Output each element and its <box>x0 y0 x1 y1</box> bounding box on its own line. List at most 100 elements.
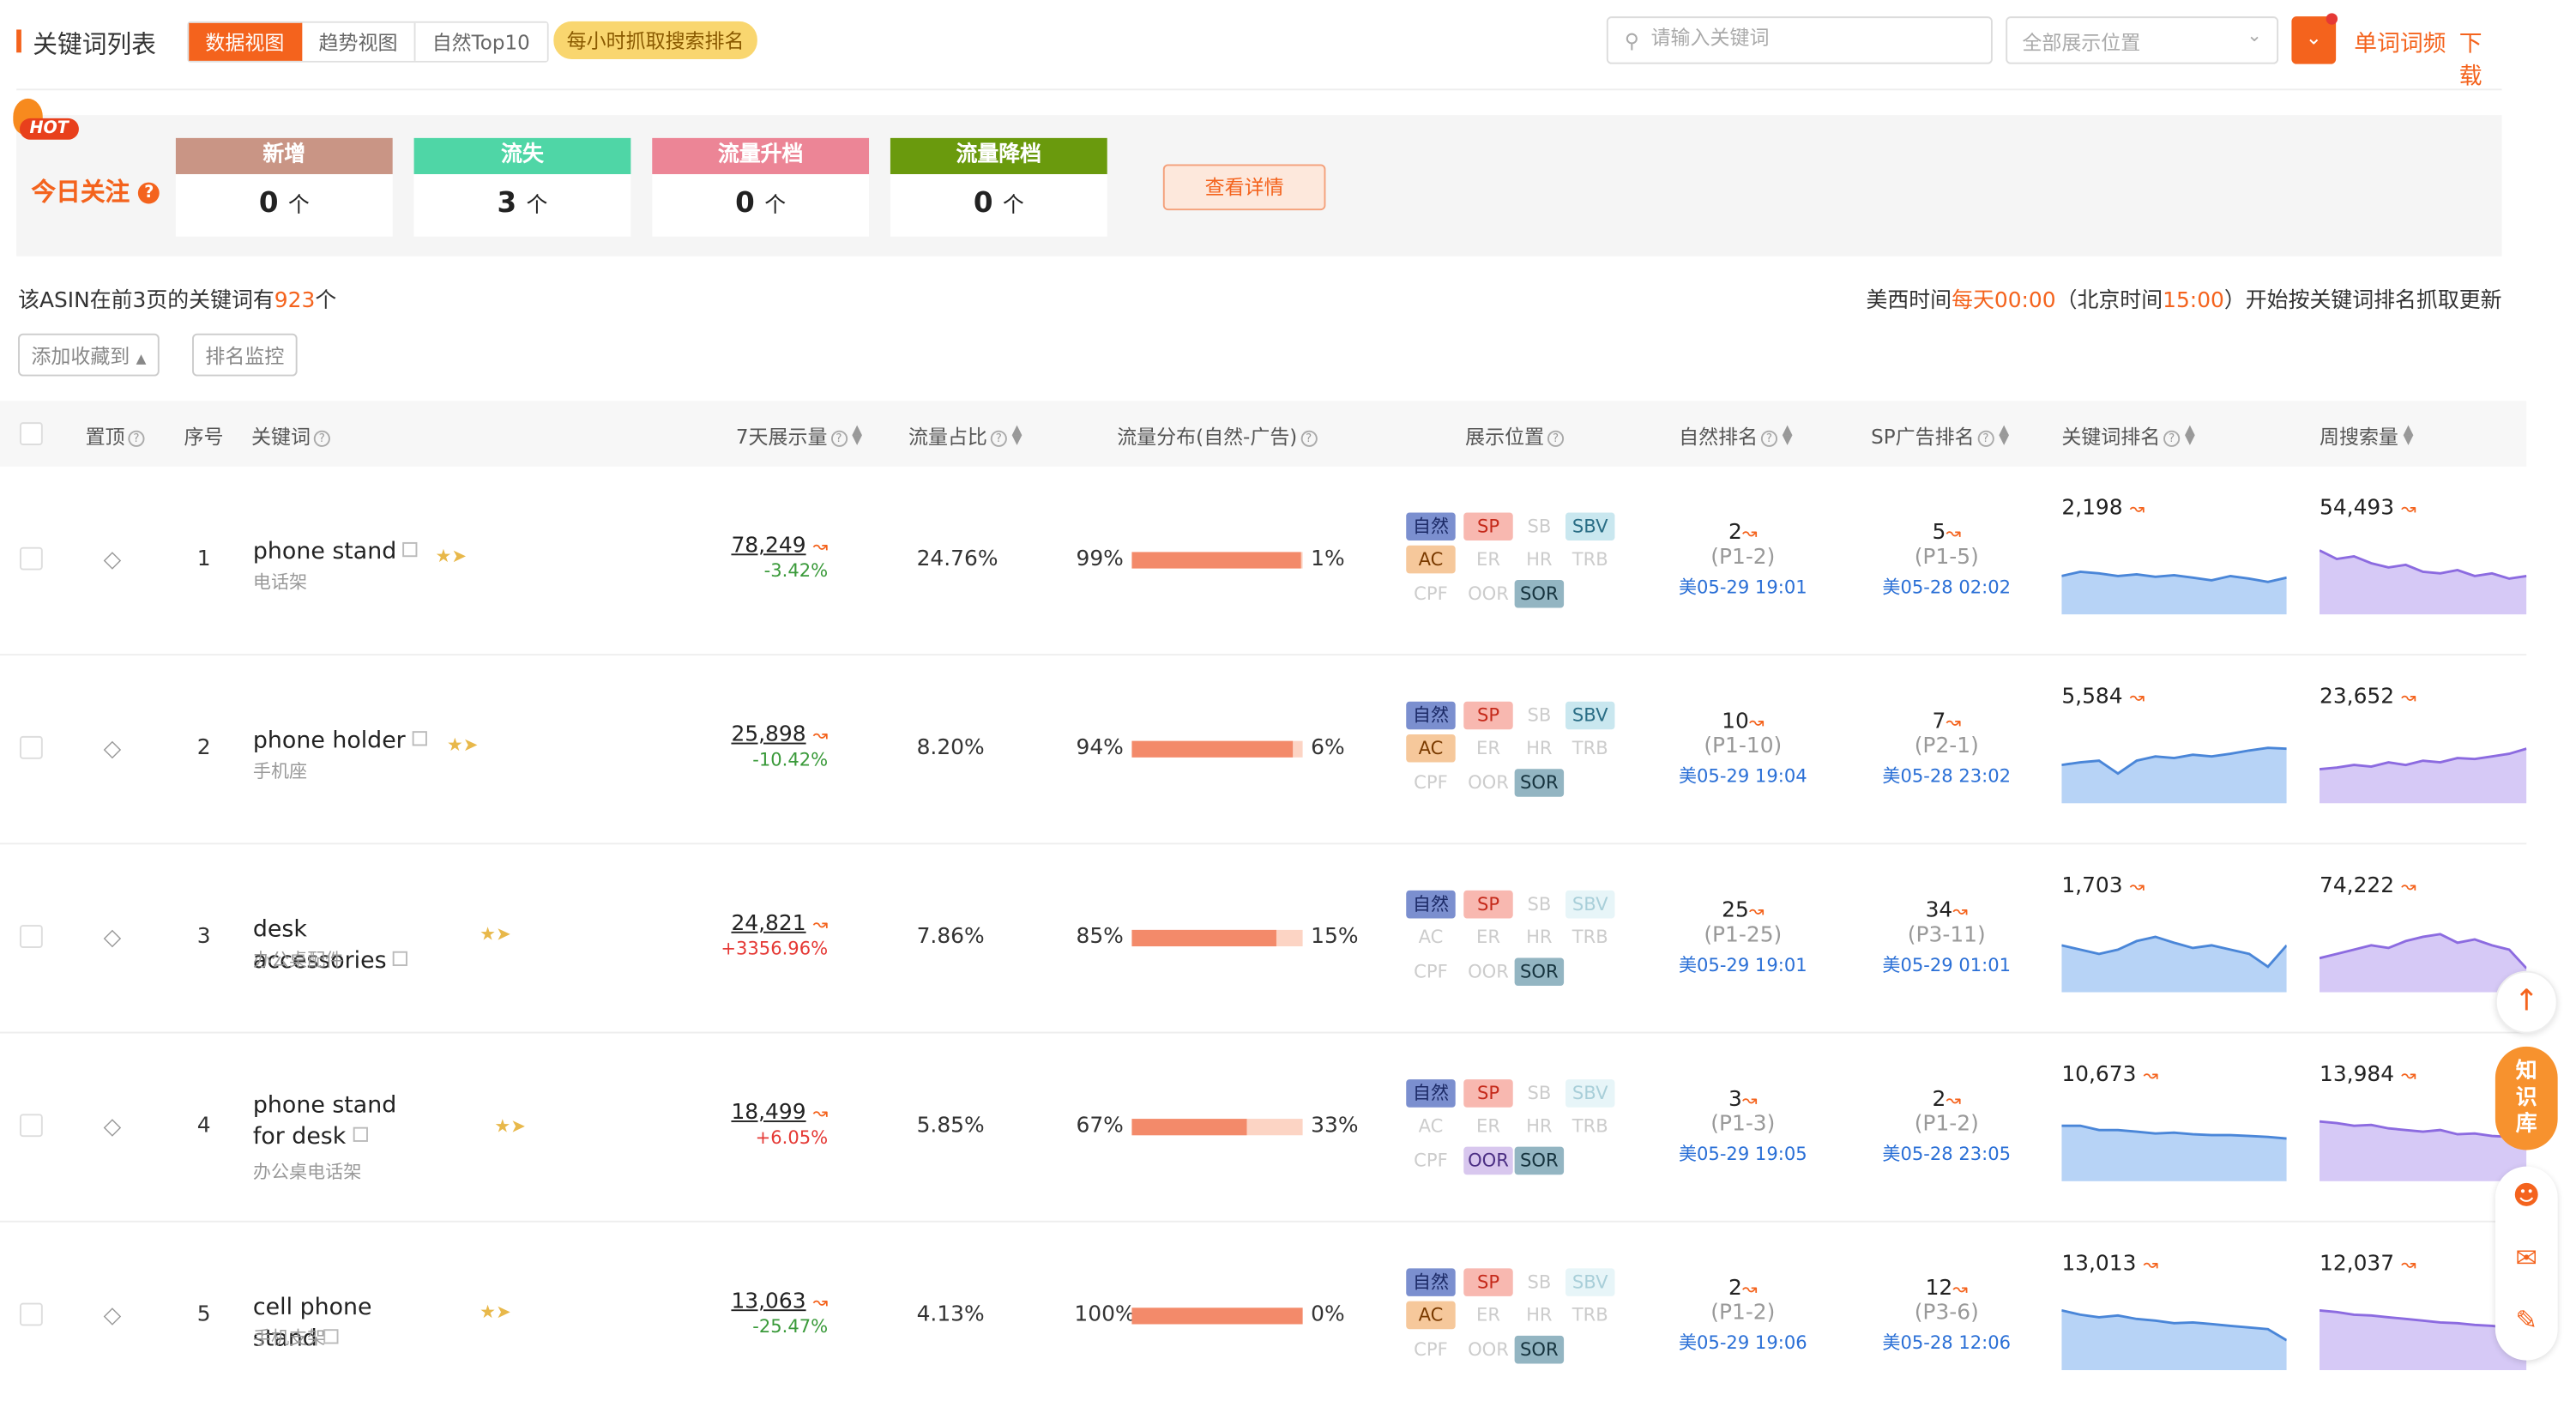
trend-chart-icon[interactable]: ↝ <box>1742 1090 1758 1111</box>
trend-chart-icon[interactable]: ↝ <box>1946 1090 1961 1111</box>
copy-icon[interactable] <box>402 541 419 558</box>
impressions-value[interactable]: 18,499 <box>731 1101 805 1126</box>
word-frequency-link[interactable]: 单词词频 <box>2354 27 2446 59</box>
trend-chart-icon[interactable]: ↝ <box>2143 1065 2158 1086</box>
view-details-button[interactable]: 查看详情 <box>1162 164 1326 211</box>
stat-label: 流量升档 <box>652 137 870 174</box>
impressions-cell: 78,249 ↝ -3.42% <box>697 534 828 582</box>
impressions-value[interactable]: 13,063 <box>731 1289 805 1314</box>
col-organic-rank[interactable]: 自然排名 ?▲ ▼ <box>1679 422 1792 450</box>
back-to-top-button[interactable]: ↑ <box>2495 970 2558 1034</box>
trend-chart-icon[interactable]: ↝ <box>1946 711 1961 733</box>
help-icon[interactable]: ? <box>138 182 160 204</box>
download-link[interactable]: 下载 <box>2459 27 2502 93</box>
hourly-crawl-badge[interactable]: 每小时抓取搜索排名 <box>553 21 757 59</box>
col-sp-rank[interactable]: SP广告排名 ?▲ ▼ <box>1871 422 2009 450</box>
keyword-text[interactable]: phone stand <box>253 537 434 568</box>
select-all-checkbox[interactable] <box>19 422 43 445</box>
trend-chart-icon[interactable]: ↝ <box>813 535 829 557</box>
sp-rank-value: 12 <box>1925 1276 1953 1301</box>
trend-chart-icon[interactable]: ↝ <box>2143 1253 2158 1275</box>
sp-rank-time: 美05-29 01:01 <box>1882 954 2012 976</box>
knowledge-base-button[interactable]: 知识库 <box>2495 1046 2558 1150</box>
trend-chart-icon[interactable]: ↝ <box>2130 498 2145 519</box>
trend-chart-icon[interactable]: ↝ <box>813 1291 829 1313</box>
stat-label: 流失 <box>413 137 631 174</box>
chat-icon[interactable]: ✉ <box>2510 1242 2543 1275</box>
tag-icon[interactable]: ◇ <box>104 1114 122 1140</box>
tab-trend-view[interactable]: 趋势视图 <box>302 22 416 61</box>
search-input[interactable] <box>1650 26 1980 50</box>
impressions-cell: 18,499 ↝ +6.05% <box>697 1101 828 1149</box>
impressions-change: -3.42% <box>763 560 829 582</box>
view-tabs: 数据视图 趋势视图 自然Top10 <box>187 21 548 63</box>
trend-chart-icon[interactable]: ↝ <box>2401 498 2416 519</box>
organic-percent: 100% <box>1074 1302 1136 1328</box>
weekly-search-value: 12,037 <box>2319 1252 2395 1277</box>
help-icon: ? <box>313 430 330 447</box>
keyword-text[interactable]: phone holder <box>253 726 434 757</box>
position-select[interactable]: 全部展示位置 ⌄ <box>2006 16 2279 64</box>
table-row: ◇ 5 cell phone stand ★➤ 手机支架 13,063 ↝ -2… <box>0 1223 2527 1401</box>
weekly-search-value: 13,984 <box>2319 1063 2395 1088</box>
col-weekly-search[interactable]: 周搜索量 ▲ ▼ <box>2320 422 2413 450</box>
trend-chart-icon[interactable]: ↝ <box>2401 1065 2416 1086</box>
keyword-rank-sparkline <box>2061 1309 2287 1371</box>
col-keyword-rank[interactable]: 关键词排名 ?▲ ▼ <box>2061 422 2194 450</box>
trend-chart-icon[interactable]: ↝ <box>1952 1278 1968 1300</box>
row-checkbox[interactable] <box>19 547 43 571</box>
stat-new[interactable]: 新增 0 个 <box>175 137 393 237</box>
tag-icon[interactable]: ◇ <box>104 547 122 574</box>
trend-chart-icon[interactable]: ↝ <box>1742 522 1758 544</box>
trend-chart-icon[interactable]: ↝ <box>1742 1278 1758 1300</box>
trend-chart-icon[interactable]: ↝ <box>1952 900 1968 921</box>
copy-icon[interactable] <box>352 1126 368 1142</box>
tag-icon[interactable]: ◇ <box>104 1303 122 1330</box>
trend-chart-icon[interactable]: ↝ <box>813 1102 829 1124</box>
impressions-value[interactable]: 25,898 <box>731 723 805 748</box>
copy-icon[interactable] <box>393 951 408 967</box>
impressions-value[interactable]: 78,249 <box>731 534 805 559</box>
impressions-value[interactable]: 24,821 <box>731 912 805 937</box>
trend-chart-icon[interactable]: ↝ <box>2401 686 2416 708</box>
customer-service-icon[interactable]: ☻ <box>2510 1180 2543 1212</box>
ad-percent: 0% <box>1311 1302 1345 1328</box>
stat-lost[interactable]: 流失 3 个 <box>413 137 631 237</box>
trend-chart-icon[interactable]: ↝ <box>1749 711 1765 733</box>
trend-chart-icon[interactable]: ↝ <box>813 725 829 746</box>
trend-chart-icon[interactable]: ↝ <box>2401 1253 2416 1275</box>
flag-icons: ★➤ <box>446 734 479 756</box>
position-chip: TRB <box>1572 737 1608 759</box>
row-checkbox[interactable] <box>19 1114 43 1138</box>
tab-organic-top10[interactable]: 自然Top10 <box>415 22 546 61</box>
keyword-rank-cell: 5,584 ↝ <box>2061 685 2287 804</box>
position-chip: SOR <box>1514 1146 1565 1175</box>
col-impressions[interactable]: 7天展示量 ?▲ ▼ <box>736 422 862 450</box>
copy-icon[interactable] <box>412 731 427 746</box>
add-favorite-button[interactable]: 添加收藏到 ▲ <box>18 333 160 377</box>
rank-monitor-button[interactable]: 排名监控 <box>192 333 298 377</box>
col-traffic-share[interactable]: 流量占比 ?▲ ▼ <box>908 422 1022 450</box>
stat-traffic-up[interactable]: 流量升档 0 个 <box>652 137 870 237</box>
position-chip: TRB <box>1572 927 1608 948</box>
position-chip: 自然 <box>1406 1079 1456 1108</box>
tag-icon[interactable]: ◇ <box>104 736 122 763</box>
keyword-rank-cell: 1,703 ↝ <box>2061 874 2287 993</box>
trend-chart-icon[interactable]: ↝ <box>2130 686 2145 708</box>
copy-icon[interactable] <box>323 1329 339 1344</box>
feedback-icon[interactable]: ✎ <box>2510 1305 2543 1338</box>
traffic-distribution-bar <box>1131 740 1303 758</box>
keyword-search[interactable]: ⚲ <box>1606 16 1993 64</box>
tag-icon[interactable]: ◇ <box>104 925 122 951</box>
trend-chart-icon[interactable]: ↝ <box>1749 900 1765 921</box>
trend-chart-icon[interactable]: ↝ <box>813 914 829 935</box>
keyword-text[interactable]: phone stand for desk <box>253 1091 434 1154</box>
trend-chart-icon[interactable]: ↝ <box>1946 522 1961 544</box>
row-checkbox[interactable] <box>19 925 43 948</box>
trend-chart-icon[interactable]: ↝ <box>2401 876 2416 897</box>
trend-chart-icon[interactable]: ↝ <box>2130 876 2145 897</box>
row-checkbox[interactable] <box>19 735 43 759</box>
row-checkbox[interactable] <box>19 1302 43 1326</box>
tab-data-view[interactable]: 数据视图 <box>189 22 303 61</box>
stat-traffic-down[interactable]: 流量降档 0 个 <box>890 137 1107 237</box>
